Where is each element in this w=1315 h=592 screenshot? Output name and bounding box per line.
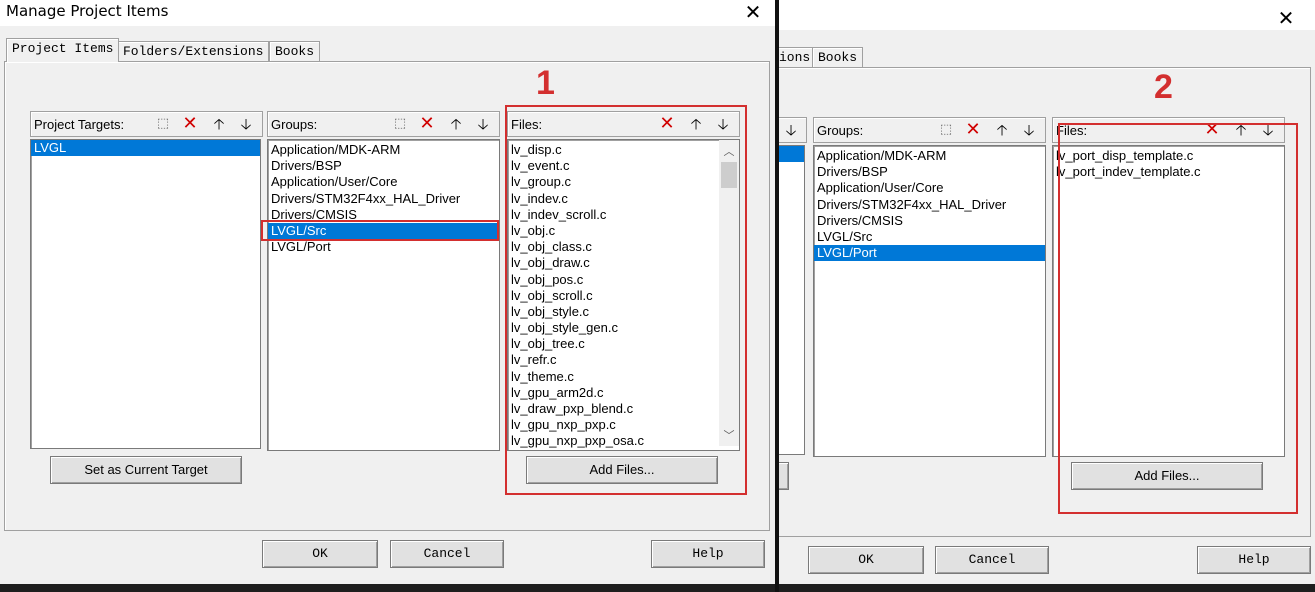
annotation-number: 1	[536, 64, 555, 102]
tab-folders-extensions[interactable]: ions	[779, 47, 817, 68]
help-button[interactable]: Help	[651, 540, 765, 568]
new-item-icon[interactable]: ⬚	[152, 114, 174, 134]
set-current-target-button[interactable]: Set as Current Target	[50, 456, 242, 484]
list-item[interactable]: Drivers/STM32F4xx_HAL_Driver	[268, 191, 499, 207]
highlight-box-files	[1058, 123, 1298, 514]
highlight-box-files	[505, 105, 747, 495]
delete-icon[interactable]: ✕	[179, 114, 201, 134]
dialog-title: Manage Project Items	[6, 2, 169, 20]
new-item-icon[interactable]: ⬚	[389, 114, 411, 134]
tab-project-items[interactable]: Project Items	[6, 38, 120, 62]
close-icon[interactable]: ✕	[1271, 6, 1301, 30]
list-item[interactable]: Drivers/BSP	[268, 158, 499, 174]
groups-list[interactable]: Application/MDK-ARM Drivers/BSP Applicat…	[267, 139, 500, 451]
highlight-box-group	[261, 220, 499, 241]
list-item[interactable]: Application/User/Core	[268, 174, 499, 190]
cancel-button[interactable]: Cancel	[390, 540, 504, 568]
close-icon[interactable]: ✕	[738, 0, 768, 24]
list-item[interactable]: LVGL	[31, 140, 260, 157]
manage-project-items-dialog: Manage Project Items ✕ Project Items Fol…	[0, 0, 775, 584]
help-button[interactable]: Help	[1197, 546, 1311, 574]
targets-label: Project Targets:	[34, 117, 125, 132]
groups-label: Groups:	[817, 123, 864, 138]
list-item[interactable]: Application/MDK-ARM	[268, 142, 499, 158]
groups-header: Groups: ⬚ ✕ 🡡 🡣	[267, 111, 500, 137]
delete-icon[interactable]: ✕	[962, 120, 984, 140]
list-item[interactable]	[779, 146, 804, 163]
delete-icon[interactable]: ✕	[416, 114, 438, 134]
list-item[interactable]: Application/User/Core	[814, 180, 1045, 196]
set-current-target-button[interactable]	[779, 462, 789, 490]
move-up-icon[interactable]: 🡡	[208, 114, 230, 134]
move-down-icon[interactable]: 🡣	[1018, 120, 1040, 140]
move-up-icon[interactable]: 🡡	[445, 114, 467, 134]
tab-folders-extensions[interactable]: Folders/Extensions	[117, 41, 270, 62]
list-item[interactable]: LVGL/Port	[268, 239, 499, 255]
groups-header: Groups: ⬚ ✕ 🡡 🡣	[813, 117, 1046, 143]
new-item-icon[interactable]: ⬚	[935, 120, 957, 140]
tab-bar: Project Items Folders/Extensions Books	[6, 38, 366, 62]
targets-header: Project Targets: ⬚ ✕ 🡡 🡣	[30, 111, 263, 137]
list-item[interactable]: Drivers/CMSIS	[814, 213, 1045, 229]
tab-bar: ions Books	[779, 44, 899, 68]
annotation-number: 2	[1154, 68, 1173, 106]
targets-header: 🡣	[779, 117, 807, 143]
move-down-icon[interactable]: 🡣	[472, 114, 494, 134]
move-down-icon[interactable]: 🡣	[235, 114, 257, 134]
list-item[interactable]: LVGL/Src	[814, 229, 1045, 245]
tab-books[interactable]: Books	[269, 41, 321, 62]
list-item[interactable]: Application/MDK-ARM	[814, 148, 1045, 164]
groups-label: Groups:	[271, 117, 318, 132]
cancel-button[interactable]: Cancel	[935, 546, 1049, 574]
targets-list[interactable]: LVGL	[30, 139, 261, 449]
tab-books[interactable]: Books	[812, 47, 864, 68]
title-bar: Manage Project Items ✕	[0, 0, 775, 26]
groups-list[interactable]: Application/MDK-ARM Drivers/BSP Applicat…	[813, 145, 1046, 457]
ok-button[interactable]: OK	[808, 546, 924, 574]
move-up-icon[interactable]: 🡡	[991, 120, 1013, 140]
list-item[interactable]: Drivers/STM32F4xx_HAL_Driver	[814, 197, 1045, 213]
title-bar: ✕	[779, 0, 1315, 30]
move-down-icon[interactable]: 🡣	[780, 120, 802, 140]
ok-button[interactable]: OK	[262, 540, 378, 568]
list-item-selected[interactable]: LVGL/Port	[814, 245, 1045, 262]
targets-list[interactable]	[779, 145, 805, 455]
manage-project-items-dialog-cropped: ✕ ions Books 🡣 Groups: ⬚ ✕ 🡡 🡣 Applicati…	[779, 0, 1315, 584]
list-item[interactable]: Drivers/BSP	[814, 164, 1045, 180]
